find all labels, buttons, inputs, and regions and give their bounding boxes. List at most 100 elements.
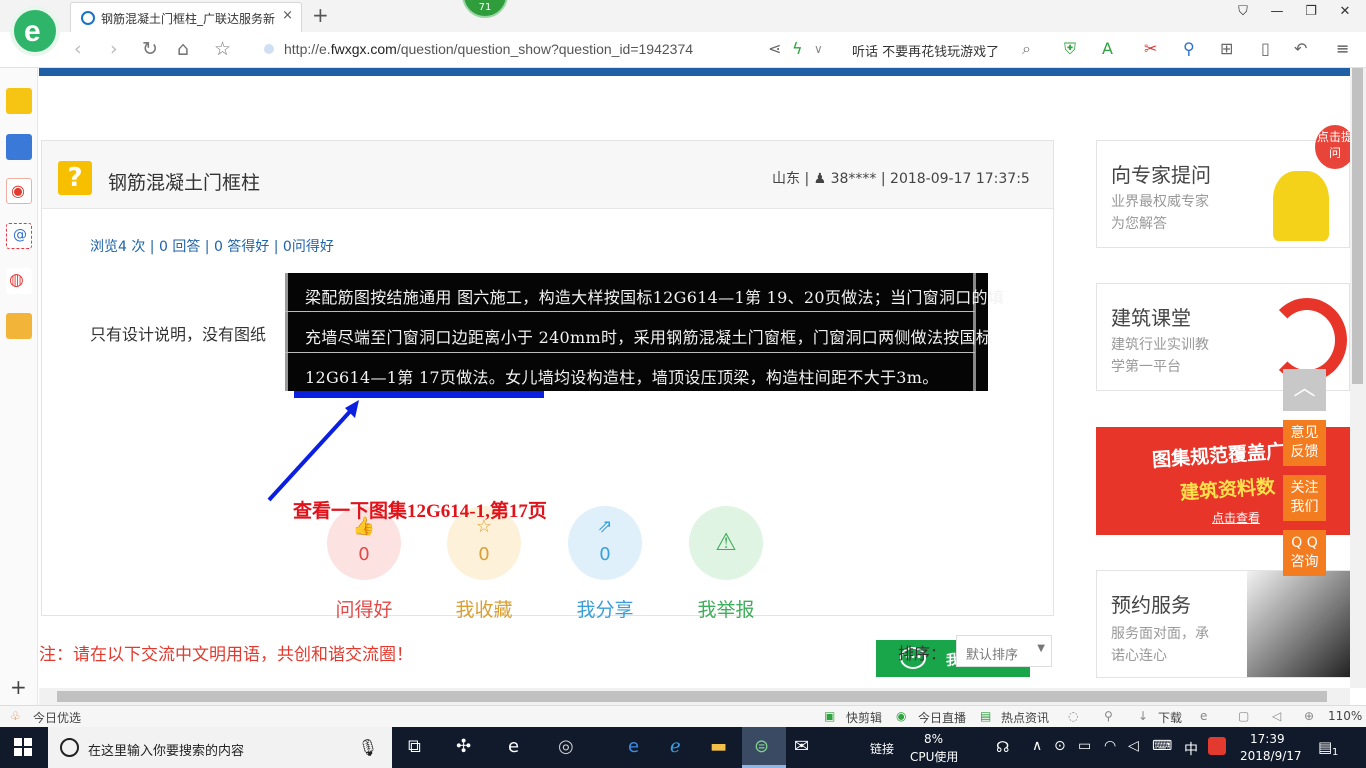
horizontal-scrollbar[interactable] <box>39 688 1350 705</box>
hot-search-text[interactable]: 听话 不要再花钱玩游戏了 <box>852 41 999 60</box>
url-text[interactable]: http://e.fwxgx.com/question/question_sho… <box>284 41 693 57</box>
battery-icon[interactable]: ▭ <box>1078 738 1091 754</box>
add-sidebar-icon[interactable]: + <box>10 675 27 699</box>
active-browser-task[interactable]: ⊜ <box>742 727 786 768</box>
shield-icon[interactable]: ⛨ <box>1064 39 1076 59</box>
weibo-glyph: ◉ <box>11 181 25 200</box>
fan-app-icon[interactable]: ✣ <box>456 736 471 757</box>
today-picks[interactable]: 今日优选 <box>33 709 81 726</box>
action-label-report[interactable]: 我举报 <box>676 595 776 622</box>
file-explorer-icon[interactable]: ▬ <box>710 736 727 757</box>
ime-label[interactable]: 中 <box>1184 739 1198 759</box>
scissors-icon[interactable]: ✂ <box>1144 39 1157 58</box>
back-to-top-button[interactable]: ︿ <box>1283 369 1326 411</box>
pin-icon[interactable]: ⚲ <box>1104 709 1113 723</box>
sogou-ime-icon[interactable] <box>1208 737 1226 755</box>
lightning-icon[interactable]: ϟ <box>792 39 803 58</box>
reader-icon[interactable]: ▯ <box>1261 39 1270 58</box>
notification-icon[interactable]: ▤ <box>1318 738 1332 756</box>
browser-logo[interactable]: e <box>10 6 60 56</box>
window-controls: ⛉ — ❐ ✕ <box>1226 4 1366 28</box>
report-action[interactable]: ⚠ <box>689 506 763 580</box>
back-icon[interactable]: ‹ <box>74 38 82 60</box>
ad-course-title: 建筑课堂 <box>1111 306 1191 330</box>
search-icon[interactable]: ⌕ <box>1022 39 1031 59</box>
minimize-icon[interactable]: — <box>1260 4 1294 19</box>
notes-icon[interactable] <box>6 313 32 339</box>
status-item-download[interactable]: 下载 <box>1158 709 1182 726</box>
answer-image: 梁配筋图按结施通用 图六施工，构造大样按国标12G614—1第 19、20页做法… <box>285 273 1004 391</box>
share-action[interactable]: ⇗ 0 <box>568 506 642 580</box>
tab-close-icon[interactable]: × <box>282 8 293 23</box>
reload-icon[interactable]: ↻ <box>142 38 158 60</box>
edge-icon[interactable]: e <box>508 736 519 757</box>
forward-icon[interactable]: › <box>110 38 118 60</box>
taskbar-search[interactable]: 在这里输入你要搜索的内容 🎙 <box>48 727 392 768</box>
question-stats[interactable]: 浏览4 次 | 0 回答 | 0 答得好 | 0问得好 <box>90 236 334 256</box>
horizontal-scroll-thumb[interactable] <box>57 691 1327 702</box>
share-icon[interactable]: ⋖ <box>768 39 781 58</box>
ad-service-sub1: 服务面对面，承 <box>1111 626 1209 642</box>
keyboard-icon[interactable]: ⌨ <box>1152 738 1172 754</box>
tray-chevron-icon[interactable]: ∧ <box>1032 738 1042 754</box>
news-list-icon[interactable] <box>6 134 32 160</box>
ad-banner-cta[interactable]: 点击查看 <box>1212 509 1260 526</box>
action-label-favorite[interactable]: 我收藏 <box>434 595 534 622</box>
window-icon[interactable]: ▢ <box>1238 709 1249 723</box>
status-item-live[interactable]: 今日直播 <box>918 709 966 726</box>
menu-icon[interactable]: ≡ <box>1336 39 1349 58</box>
ie-icon[interactable]: ℯ <box>670 736 681 757</box>
mute-icon[interactable]: ◁ <box>1272 709 1281 723</box>
mail-taskbar-icon[interactable]: ✉ <box>794 736 809 757</box>
windows-start-icon[interactable] <box>14 738 32 756</box>
action-label-like[interactable]: 问得好 <box>314 595 414 622</box>
volume-icon[interactable]: ◁ <box>1128 738 1139 754</box>
cpu-label: CPU使用 <box>910 750 959 764</box>
people-icon[interactable]: ☊ <box>996 738 1009 756</box>
tray-lock-icon[interactable]: ⊙ <box>1054 738 1066 754</box>
home-icon[interactable]: ⌂ <box>177 38 189 60</box>
magnifier-icon[interactable]: ⚲ <box>1183 39 1195 58</box>
follow-button[interactable]: 关注 我们 <box>1283 475 1326 521</box>
browser-tab[interactable]: 钢筋混凝土门框柱_广联达服务新 × <box>70 2 302 32</box>
sort-select[interactable]: 默认排序 ▼ <box>956 635 1052 667</box>
clock-date[interactable]: 2018/9/17 <box>1240 749 1302 763</box>
weibo-icon[interactable]: ◉ <box>6 178 32 204</box>
link-label[interactable]: 链接 <box>870 740 894 757</box>
new-tab-button[interactable]: + <box>312 3 329 27</box>
status-item-clip[interactable]: 快剪辑 <box>846 709 882 726</box>
ask-bubble[interactable]: 点击提问 <box>1315 125 1350 169</box>
shirt-icon[interactable]: ⛉ <box>1226 4 1260 19</box>
qq-label: Q Q 咨询 <box>1290 535 1319 570</box>
ie-mode-icon[interactable]: e <box>1200 709 1207 723</box>
vertical-scrollbar[interactable] <box>1350 68 1366 688</box>
speed-icon[interactable]: ◌ <box>1068 709 1078 723</box>
undo-icon[interactable]: ↶ <box>1294 39 1307 58</box>
address-bar[interactable]: http://e.fwxgx.com/question/question_sho… <box>256 36 836 64</box>
wifi-icon[interactable]: ◠ <box>1104 738 1116 754</box>
clock-time[interactable]: 17:39 <box>1250 732 1285 746</box>
zoom-level[interactable]: 110% <box>1328 709 1362 723</box>
favorites-star-icon[interactable] <box>6 88 32 114</box>
ad-expert-card[interactable]: 向专家提问 业界最权威专家 为您解答 点击提问 <box>1096 125 1350 248</box>
close-window-icon[interactable]: ✕ <box>1328 4 1362 19</box>
status-item-news[interactable]: 热点资讯 <box>1001 709 1049 726</box>
gift-icon[interactable]: ♧ <box>10 709 21 723</box>
mail-icon[interactable]: @ <box>6 223 32 249</box>
feedback-button[interactable]: 意见 反馈 <box>1283 420 1326 466</box>
app-swirl-icon[interactable]: ◎ <box>558 736 574 757</box>
action-label-share[interactable]: 我分享 <box>555 595 655 622</box>
maximize-icon[interactable]: ❐ <box>1294 4 1328 19</box>
game-icon[interactable]: ◍ <box>6 268 32 294</box>
qq-consult-button[interactable]: Q Q 咨询 <box>1283 530 1326 576</box>
edge-blue-icon[interactable]: e <box>628 736 639 757</box>
task-view-icon[interactable]: ⧉ <box>408 736 421 757</box>
apps-grid-icon[interactable]: ⊞ <box>1220 39 1233 58</box>
ad-service-card[interactable]: 预约服务 服务面对面，承 诺心连心 <box>1096 570 1350 678</box>
chevron-down-icon[interactable]: ∨ <box>814 42 823 56</box>
favorite-star-icon[interactable]: ☆ <box>214 38 231 60</box>
question-meta: 山东 | ♟ 38**** | 2018-09-17 17:37:5 <box>772 171 1030 187</box>
translate-icon[interactable]: A <box>1102 39 1113 58</box>
microphone-icon[interactable]: 🎙 <box>358 738 378 757</box>
vertical-scroll-thumb[interactable] <box>1352 68 1363 384</box>
